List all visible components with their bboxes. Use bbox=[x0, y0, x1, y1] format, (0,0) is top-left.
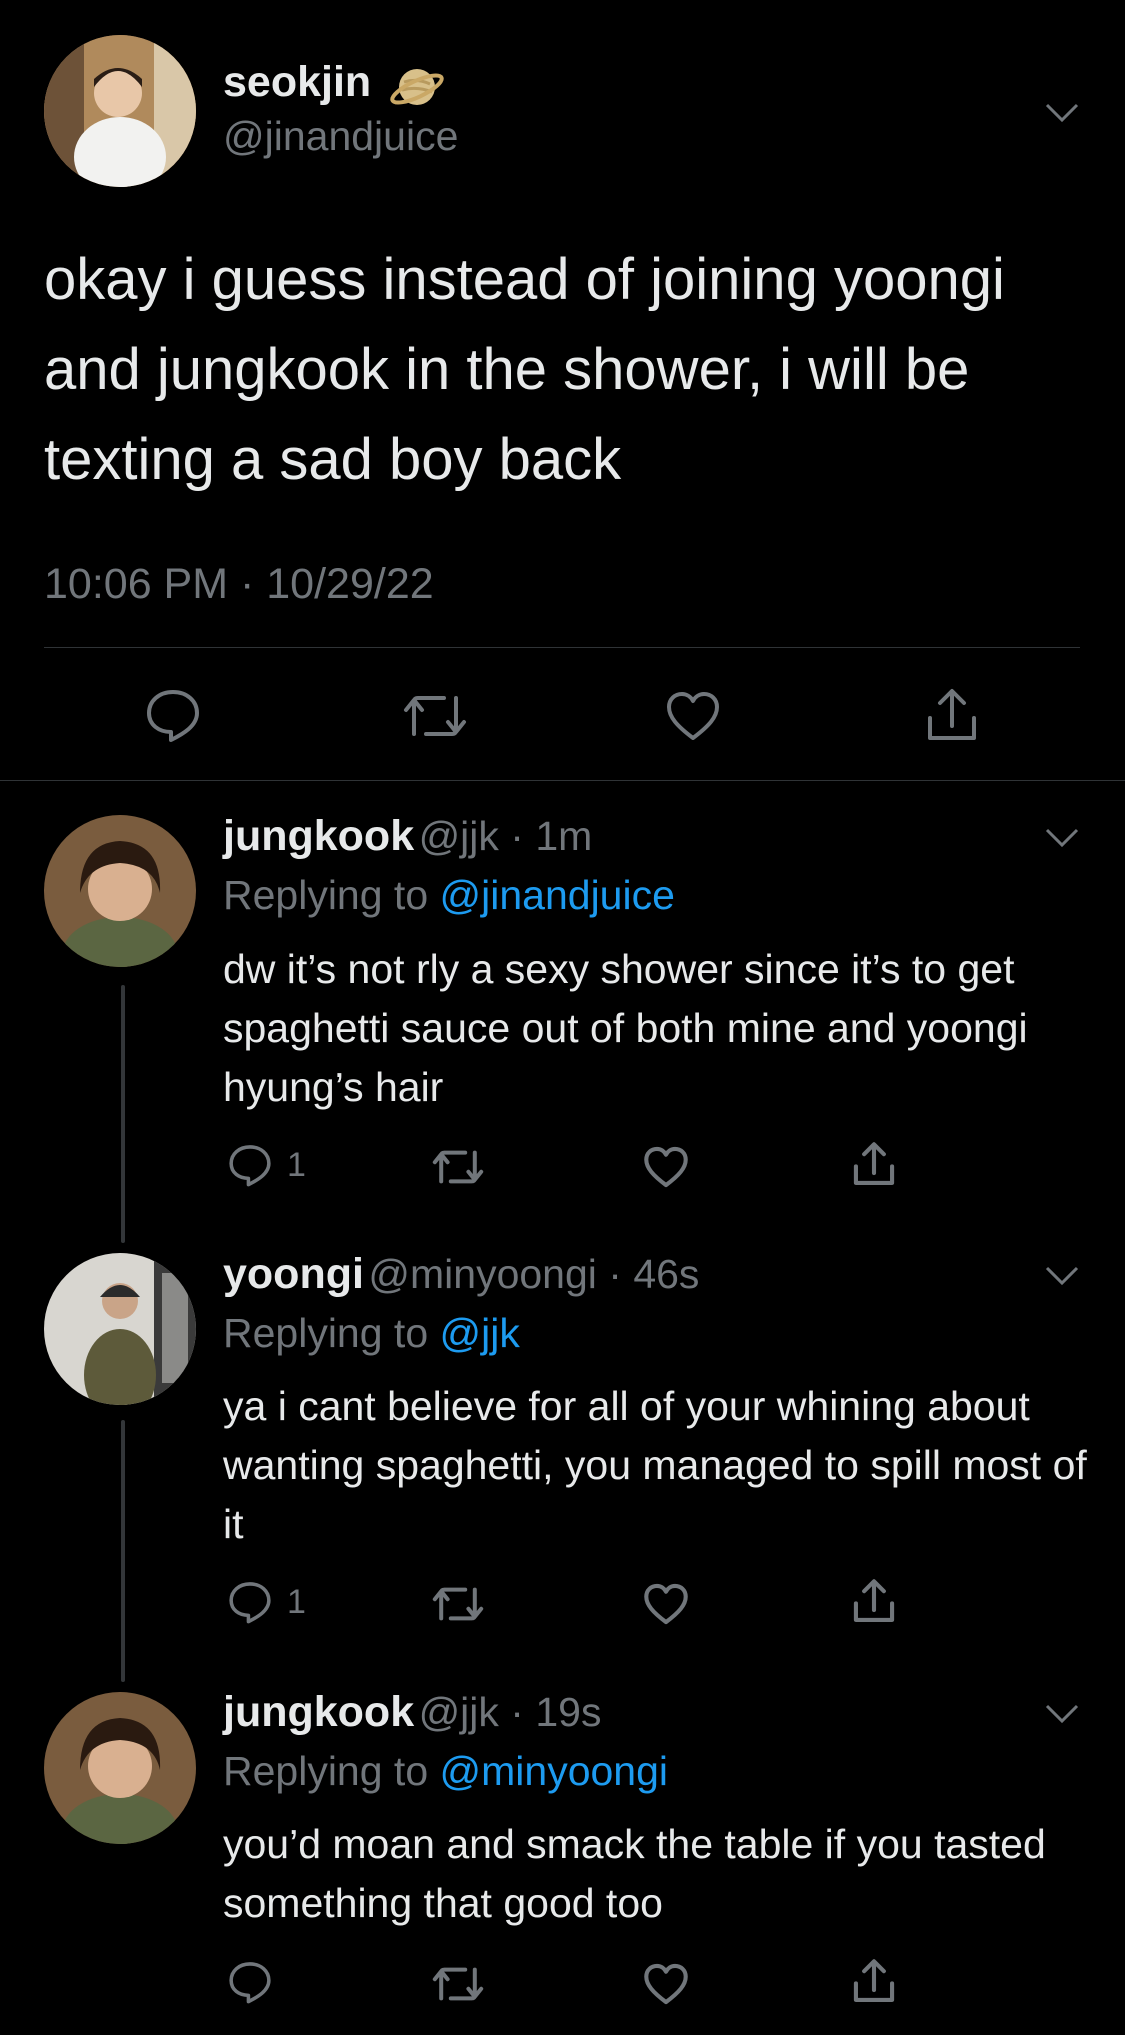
replying-to-link[interactable]: @minyoongi bbox=[440, 1748, 669, 1794]
tweet-timestamp[interactable]: 10:06 PM · 10/29/22 bbox=[44, 560, 434, 609]
reply-icon[interactable] bbox=[145, 688, 201, 747]
thread-line bbox=[121, 1420, 125, 1682]
divider bbox=[44, 647, 1080, 648]
author-handle-time[interactable]: @jjk · 19s bbox=[419, 1689, 602, 1735]
reply-icon[interactable] bbox=[228, 1143, 272, 1192]
avatar-yoongi[interactable] bbox=[44, 1253, 196, 1405]
thread-line bbox=[121, 985, 125, 1243]
replying-to: Replying to @minyoongi bbox=[223, 1748, 668, 1795]
avatar-jungkook[interactable] bbox=[44, 1692, 196, 1844]
reply-count: 1 bbox=[287, 1583, 306, 1621]
replying-to-link[interactable]: @jinandjuice bbox=[440, 872, 675, 918]
share-icon[interactable] bbox=[851, 1957, 897, 2010]
replying-to: Replying to @jjk bbox=[223, 1310, 520, 1357]
more-options-chevron-icon[interactable] bbox=[1045, 1704, 1079, 1724]
reply-header: yoongi @minyoongi · 46s bbox=[223, 1250, 699, 1299]
reply-header: jungkook @jjk · 1m bbox=[223, 812, 592, 861]
share-icon[interactable] bbox=[851, 1577, 897, 1630]
author-handle-time[interactable]: @jjk · 1m bbox=[419, 813, 593, 859]
reply-icon[interactable] bbox=[228, 1960, 272, 2009]
author-name[interactable]: jungkook bbox=[223, 812, 414, 860]
like-icon[interactable] bbox=[643, 1145, 689, 1194]
replying-to-link[interactable]: @jjk bbox=[440, 1310, 520, 1356]
more-options-chevron-icon[interactable] bbox=[1045, 828, 1079, 848]
more-options-chevron-icon[interactable] bbox=[1045, 103, 1079, 123]
author-handle-time[interactable]: @minyoongi · 46s bbox=[368, 1251, 699, 1297]
reply-count: 1 bbox=[287, 1146, 306, 1184]
author-handle[interactable]: @jinandjuice bbox=[223, 113, 458, 160]
share-icon[interactable] bbox=[924, 686, 980, 749]
author-name[interactable]: seokjin bbox=[223, 58, 371, 107]
replying-to-label: Replying to bbox=[223, 872, 440, 918]
retweet-icon[interactable] bbox=[430, 1963, 486, 2010]
reply-icon[interactable] bbox=[228, 1580, 272, 1629]
author-name[interactable]: yoongi bbox=[223, 1250, 364, 1298]
divider bbox=[0, 780, 1125, 781]
reply-text: ya i cant believe for all of your whinin… bbox=[223, 1383, 1087, 1547]
share-icon[interactable] bbox=[851, 1140, 897, 1193]
replying-to-label: Replying to bbox=[223, 1748, 440, 1794]
replying-to-label: Replying to bbox=[223, 1310, 440, 1356]
like-icon[interactable] bbox=[665, 690, 721, 747]
author-name[interactable]: jungkook bbox=[223, 1688, 414, 1736]
avatar-seokjin[interactable] bbox=[44, 35, 196, 187]
like-icon[interactable] bbox=[643, 1962, 689, 2011]
replying-to: Replying to @jinandjuice bbox=[223, 872, 675, 919]
like-icon[interactable] bbox=[643, 1582, 689, 1631]
retweet-icon[interactable] bbox=[430, 1583, 486, 1630]
reply-text: you’d moan and smack the table if you ta… bbox=[223, 1821, 1046, 1926]
more-options-chevron-icon[interactable] bbox=[1045, 1266, 1079, 1286]
retweet-icon[interactable] bbox=[430, 1146, 486, 1193]
avatar-jungkook[interactable] bbox=[44, 815, 196, 967]
retweet-icon[interactable] bbox=[400, 690, 470, 747]
reply-header: jungkook @jjk · 19s bbox=[223, 1688, 601, 1737]
ringed-planet-icon bbox=[390, 60, 446, 116]
tweet-text: okay i guess instead of joining yoongi a… bbox=[44, 247, 1005, 492]
reply-text: dw it’s not rly a sexy shower since it’s… bbox=[223, 946, 1028, 1110]
